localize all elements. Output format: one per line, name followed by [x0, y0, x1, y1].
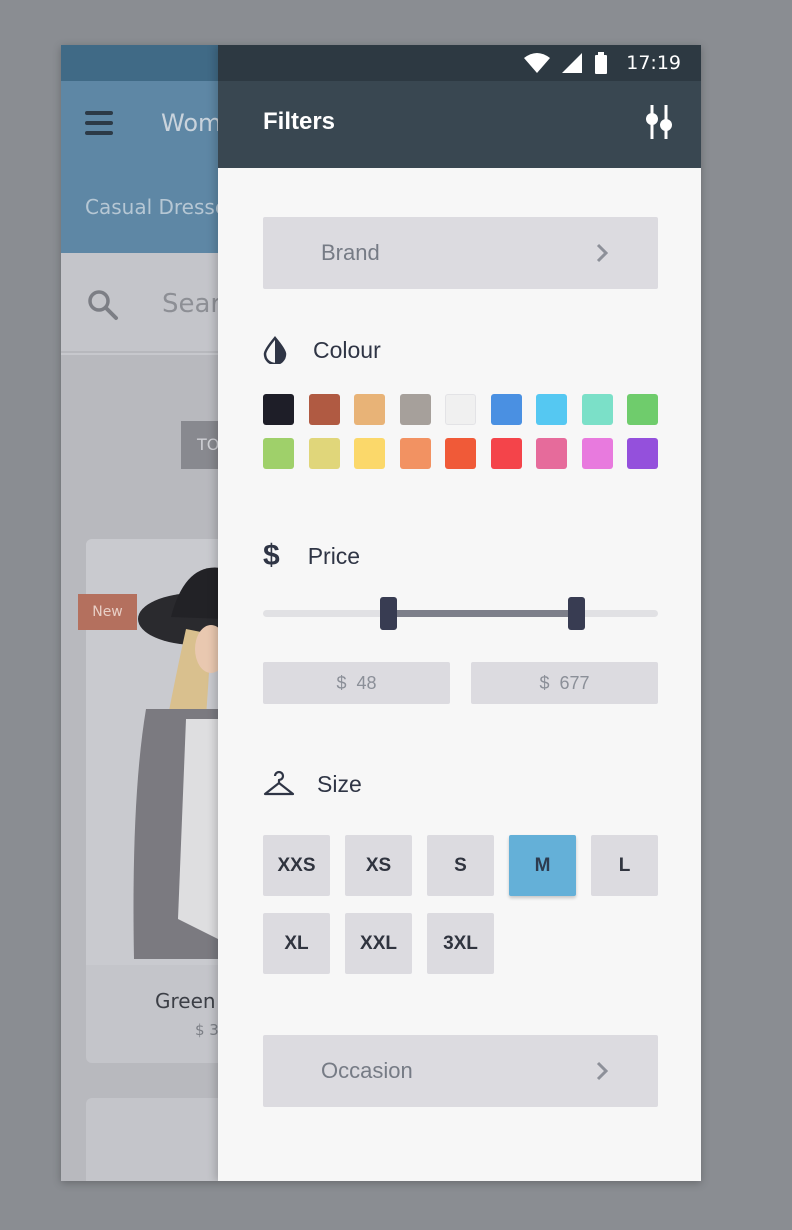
- currency-symbol: $: [336, 672, 347, 693]
- colour-swatch[interactable]: [581, 438, 613, 469]
- size-section-title: Size: [263, 770, 362, 798]
- menu-icon[interactable]: [85, 111, 113, 137]
- colour-swatch[interactable]: [263, 438, 294, 469]
- brand-filter-button[interactable]: Brand: [263, 217, 658, 289]
- status-time: 17:19: [626, 52, 681, 74]
- colour-swatch[interactable]: [354, 438, 385, 469]
- search-icon: [88, 290, 118, 320]
- colour-swatch[interactable]: [581, 394, 613, 425]
- colour-swatch[interactable]: [399, 438, 431, 469]
- colour-swatch[interactable]: [627, 394, 658, 425]
- status-bar: 17:19: [218, 45, 701, 81]
- colour-swatch[interactable]: [354, 394, 385, 425]
- new-badge: New: [78, 594, 137, 630]
- product-price: $ 3: [195, 1021, 219, 1039]
- size-option-xs[interactable]: XS: [345, 835, 412, 896]
- filter-drawer: 17:19 Filters Brand Colour $ Price $ 48 …: [218, 45, 701, 1181]
- chevron-right-icon: [596, 1061, 608, 1081]
- price-slider-range: [389, 610, 577, 617]
- search-input[interactable]: Sear: [162, 289, 221, 319]
- size-option-xl[interactable]: XL: [263, 913, 330, 974]
- background-page-title: Wom: [161, 109, 222, 137]
- product-name: Green: [155, 989, 216, 1013]
- colour-swatch[interactable]: [308, 438, 340, 469]
- phone-screen: Wom Casual Dresse Sear TO New Green $ 3: [61, 45, 701, 1181]
- price-max-value: 677: [559, 672, 590, 693]
- signal-icon: [562, 53, 583, 73]
- price-max-handle[interactable]: [568, 597, 585, 630]
- colour-swatch[interactable]: [445, 394, 476, 425]
- wifi-icon: [524, 53, 551, 73]
- colour-section-title: Colour: [263, 336, 381, 364]
- price-title: Price: [307, 542, 361, 569]
- colour-title: Colour: [313, 336, 381, 363]
- sliders-icon[interactable]: [644, 105, 674, 139]
- dollar-icon: $: [263, 539, 280, 572]
- battery-icon: [595, 52, 608, 74]
- price-min-field[interactable]: $ 48: [263, 662, 450, 704]
- price-min-handle[interactable]: [380, 597, 397, 630]
- price-max-field[interactable]: $ 677: [471, 662, 658, 704]
- filter-app-bar: Filters: [218, 81, 701, 168]
- chevron-right-icon: [596, 243, 608, 263]
- drop-icon: [263, 336, 287, 364]
- size-option-xxs[interactable]: XXS: [263, 835, 330, 896]
- size-option-s[interactable]: S: [427, 835, 494, 896]
- size-option-xxl[interactable]: XXL: [345, 913, 412, 974]
- price-section-title: $ Price: [263, 539, 360, 573]
- size-option-3xl[interactable]: 3XL: [427, 913, 494, 974]
- brand-label: Brand: [321, 240, 380, 265]
- colour-swatch[interactable]: [536, 438, 567, 469]
- size-option-l[interactable]: L: [591, 835, 658, 896]
- colour-swatch[interactable]: [308, 394, 340, 425]
- price-min-value: 48: [356, 672, 377, 693]
- colour-swatch[interactable]: [490, 394, 522, 425]
- size-option-m[interactable]: M: [509, 835, 576, 896]
- size-title: Size: [317, 770, 362, 797]
- currency-symbol: $: [539, 672, 550, 693]
- colour-swatch[interactable]: [399, 394, 431, 425]
- hanger-icon: [263, 770, 295, 796]
- colour-swatch[interactable]: [627, 438, 658, 469]
- occasion-label: Occasion: [321, 1058, 413, 1083]
- occasion-filter-button[interactable]: Occasion: [263, 1035, 658, 1107]
- background-category-tab[interactable]: Casual Dresse: [85, 195, 227, 219]
- page-title: Filters: [263, 108, 336, 135]
- colour-swatch[interactable]: [445, 438, 476, 469]
- colour-swatch[interactable]: [536, 394, 567, 425]
- colour-swatch[interactable]: [263, 394, 294, 425]
- colour-swatch[interactable]: [490, 438, 522, 469]
